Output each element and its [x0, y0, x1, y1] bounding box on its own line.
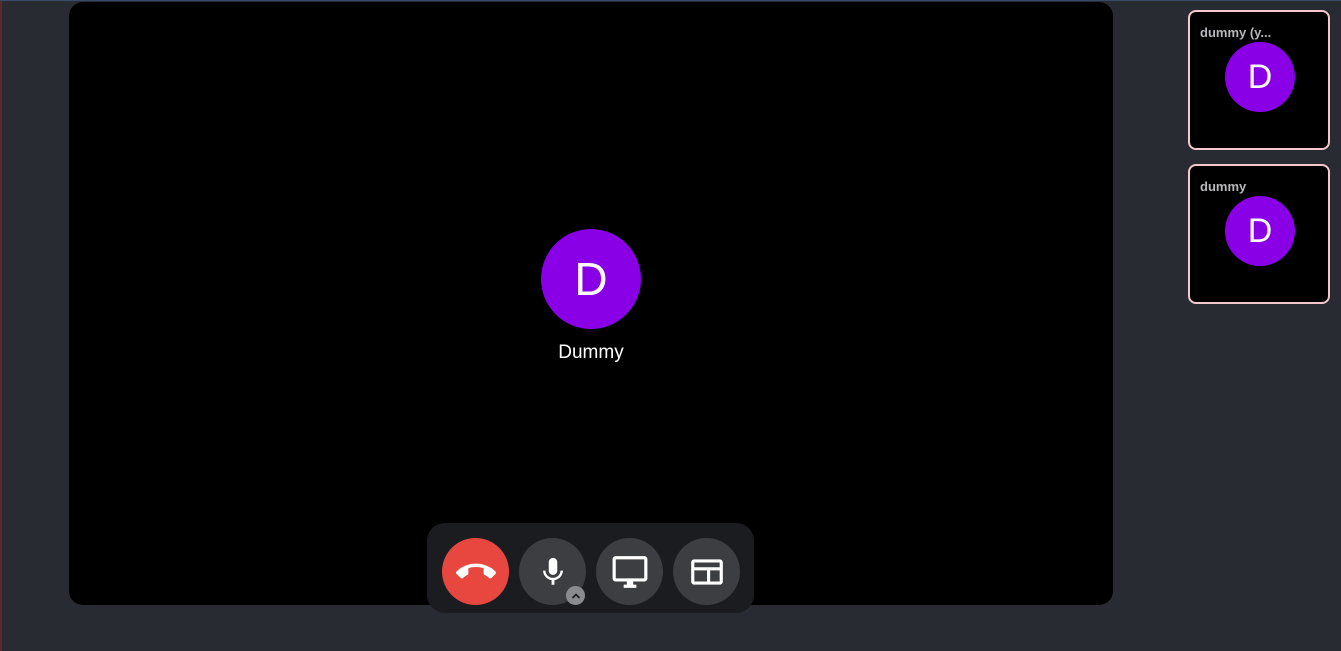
participant-tile-avatar: D [1225, 42, 1295, 112]
main-video-stage: D Dummy [69, 2, 1113, 605]
monitor-icon [612, 555, 647, 588]
layout-icon [690, 558, 723, 585]
microphone-icon [542, 557, 563, 585]
phone-hangup-icon [455, 563, 496, 578]
participant-tile-avatar: D [1225, 196, 1295, 266]
participant-tile-name: dummy (y... [1200, 25, 1272, 40]
participant-tile-name: dummy [1200, 179, 1247, 194]
call-controls-bar [427, 523, 754, 613]
participant-tile[interactable]: dummy (y... D [1188, 10, 1330, 150]
hangup-button[interactable] [442, 538, 509, 605]
screen-share-button[interactable] [596, 538, 663, 605]
layout-button[interactable] [673, 538, 740, 605]
video-call-window: D Dummy dummy (y... D dummy D [0, 0, 1341, 651]
window-edge [0, 1, 2, 651]
chevron-up-icon [571, 593, 580, 598]
participant-tile[interactable]: dummy D [1188, 164, 1330, 304]
main-participant: D Dummy [541, 229, 641, 364]
main-participant-avatar: D [541, 229, 641, 329]
main-participant-name: Dummy [558, 342, 624, 363]
microphone-options-button[interactable] [566, 586, 585, 605]
